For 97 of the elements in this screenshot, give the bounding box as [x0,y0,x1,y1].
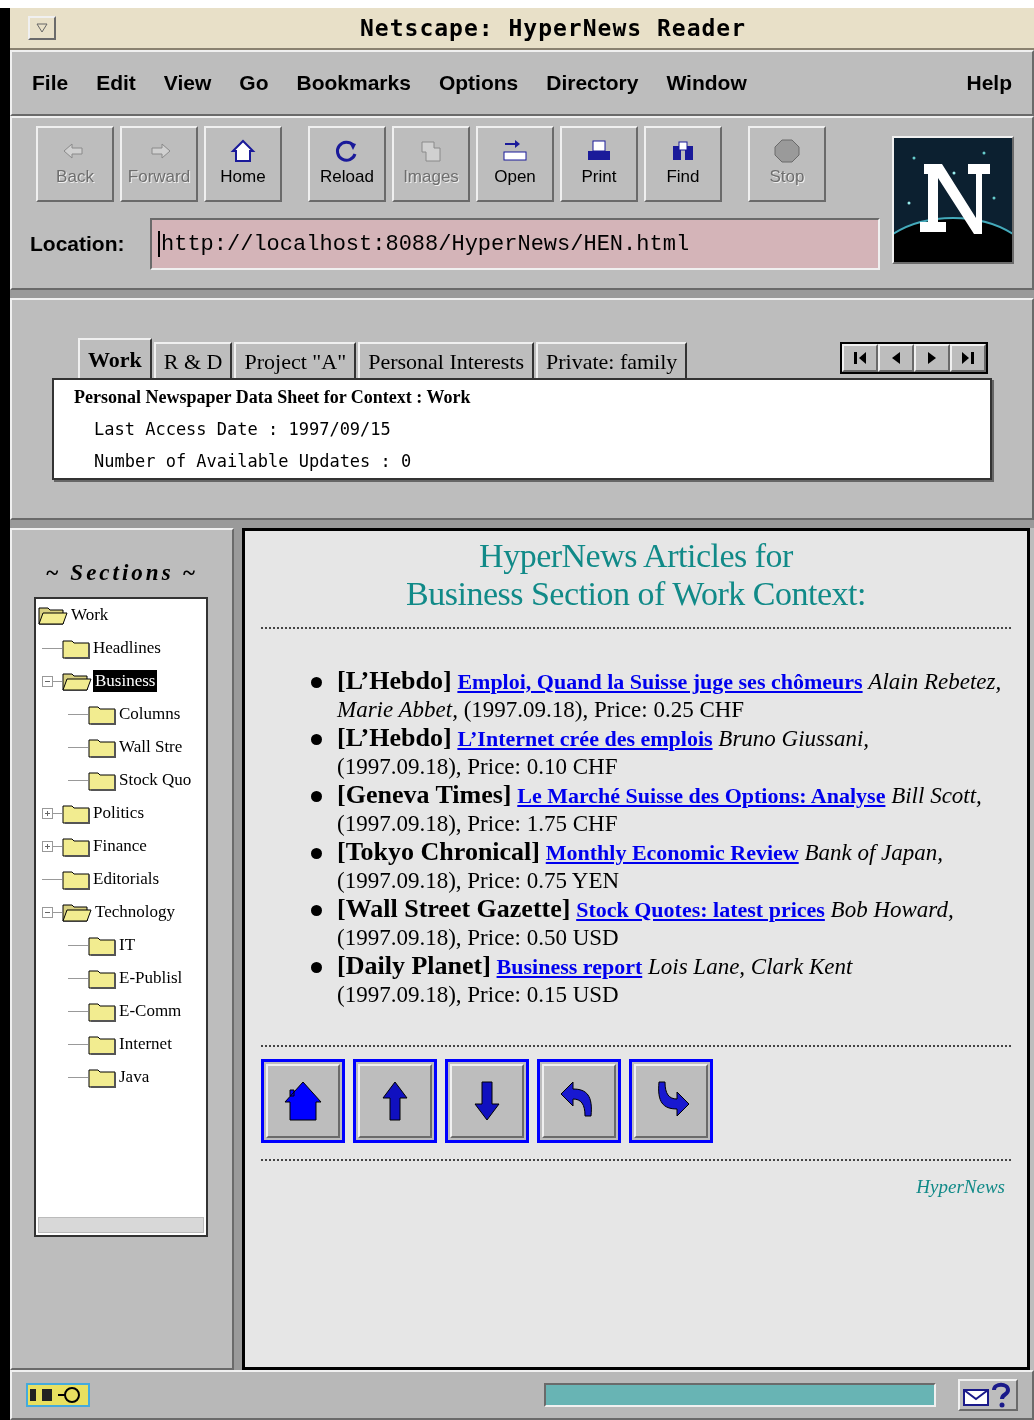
article-link[interactable]: L’Internet crée des emplois [457,726,713,751]
article-entry: [L’Hebdo] L’Internet crée des emplois Bruno Giussani, (1997.09.18), Price: 0.10 CHF [337,724,871,781]
tree-item[interactable]: E-Publisl [117,967,185,989]
tree-item[interactable]: Politics [91,802,146,824]
tab-scroll-button[interactable] [878,344,914,372]
menu-item[interactable]: Bookmarks [296,67,411,99]
navigation-button[interactable] [261,1059,345,1143]
tree-item[interactable]: E-Comm [117,1000,184,1022]
bullet-icon [311,905,322,916]
context-tab[interactable]: Project "A" [234,342,357,378]
article-link[interactable]: Le Marché Suisse des Options: Analyse [517,783,886,808]
window-title: Netscape: HyperNews Reader [360,13,747,43]
security-icon[interactable] [26,1383,90,1407]
expand-icon[interactable] [42,807,62,819]
folder-icon [88,1066,116,1088]
data-sheet-line: Number of Available Updates : 0 [94,449,413,473]
article-entry: [Wall Street Gazette] Stock Quotes: latest prices Bob Howard, (1997.09.18), Price: 0.50 USD [337,895,955,952]
location-label: Location: [30,231,126,258]
article-entry: [Daily Planet] Business report Lois Lane, Clark Kent (1997.09.18), Price: 0.15 USD [337,952,854,1009]
context-tab[interactable]: Personal Interests [358,342,534,378]
folder-icon [88,967,116,989]
stop-icon [772,138,802,165]
down-triangle-icon [36,23,48,33]
folder-icon [88,934,116,956]
expand-icon[interactable] [42,840,62,852]
window-menu-button[interactable] [28,16,56,40]
context-tab[interactable]: Work [78,338,152,378]
toolbar-button[interactable]: Reload [308,126,386,202]
navigation-button[interactable] [537,1059,621,1143]
article-entry: [L’Hebdo] Emploi, Quand la Suisse juge ses chômeurs Alain Rebetez, Marie Abbet, (1997.09.18), Price: 0.25 CHF [337,667,1003,724]
collapse-icon[interactable] [42,675,62,687]
tree-item[interactable]: Finance [91,835,149,857]
tree-item[interactable]: Work [69,604,111,626]
menu-item[interactable]: Directory [546,67,639,99]
tree-item[interactable]: Stock Quo [117,769,194,791]
tree-item[interactable]: Java [117,1066,152,1088]
article-entry: [Geneva Times] Le Marché Suisse des Options: Analyse Bill Scott, (1997.09.18), Price: 1.75 CHF [337,781,983,838]
folder-icon [62,835,90,857]
horizontal-scrollbar[interactable] [38,1216,204,1233]
bullet-icon [311,677,322,688]
tab-scroll-button[interactable] [914,344,950,372]
tree-item[interactable]: Columns [117,703,183,725]
tree-item[interactable]: Business [93,670,158,692]
data-sheet-title: Personal Newspaper Data Sheet for Context : Work [74,386,472,409]
folder-icon [62,637,90,659]
article-link[interactable]: Emploi, Quand la Suisse juge ses chômeurs [457,669,863,694]
folder-icon [88,703,116,725]
article-link[interactable]: Monthly Economic Review [545,840,799,865]
mail-help-button[interactable] [958,1379,1018,1411]
sections-title: ~ Sections ~ [44,559,200,587]
tree-item[interactable]: Editorials [91,868,162,890]
content-heading: Business Section of Work Context: [405,575,867,613]
bullet-icon [311,962,322,973]
context-tab[interactable]: Private: family [535,342,688,378]
bullet-icon [311,848,322,859]
folder-icon [62,802,90,824]
menu-item[interactable]: Help [966,67,1012,99]
right-arrow-icon [960,350,976,366]
toolbar-button[interactable]: Print [560,126,638,202]
folder-icon [88,769,116,791]
data-sheet-line: Last Access Date : 1997/09/15 [94,418,392,441]
toolbar-button[interactable]: Open [476,126,554,202]
tab-scroll-button[interactable] [842,344,878,372]
tree-item[interactable]: Wall Stre [117,736,185,758]
toolbar-button[interactable]: Home [204,126,282,202]
menu-item[interactable]: Window [666,67,747,99]
tree-item[interactable]: Headlines [91,637,163,659]
menu-item[interactable]: Edit [96,67,136,99]
open-folder-icon [62,901,92,923]
bullet-icon [311,734,322,745]
navigation-button[interactable] [445,1059,529,1143]
folder-icon [62,868,90,890]
menu-item[interactable]: Go [239,67,269,99]
menu-item[interactable]: File [32,67,69,99]
article-link[interactable]: Business report [496,954,643,979]
left-arrow-icon [852,350,868,366]
open-folder-icon [62,670,92,692]
toolbar-button[interactable]: Find [644,126,722,202]
context-tab[interactable]: R & D [153,342,233,378]
folder-icon [88,1000,116,1022]
article-entry: [Tokyo Chronical] Monthly Economic Review Bank of Japan, (1997.09.18), Price: 0.75 YEN [337,838,945,895]
location-field[interactable]: http://localhost:8088/HyperNews/HEN.html [150,218,880,270]
house-icon [228,138,258,165]
tab-scroll-button[interactable] [950,344,986,372]
bullet-icon [311,791,322,802]
folder-icon [88,1033,116,1055]
article-link[interactable]: Stock Quotes: latest prices [576,897,825,922]
collapse-icon[interactable] [42,906,62,918]
navigation-button[interactable] [353,1059,437,1143]
folder-icon [88,736,116,758]
content-heading: HyperNews Articles for [478,537,794,575]
navigation-button[interactable] [629,1059,713,1143]
tree-item[interactable]: IT [117,934,138,956]
tree-item[interactable]: Internet [117,1033,174,1055]
tree-item[interactable]: Technology [93,901,177,923]
menu-item[interactable]: Options [438,67,519,99]
menu-item[interactable]: View [163,67,212,99]
